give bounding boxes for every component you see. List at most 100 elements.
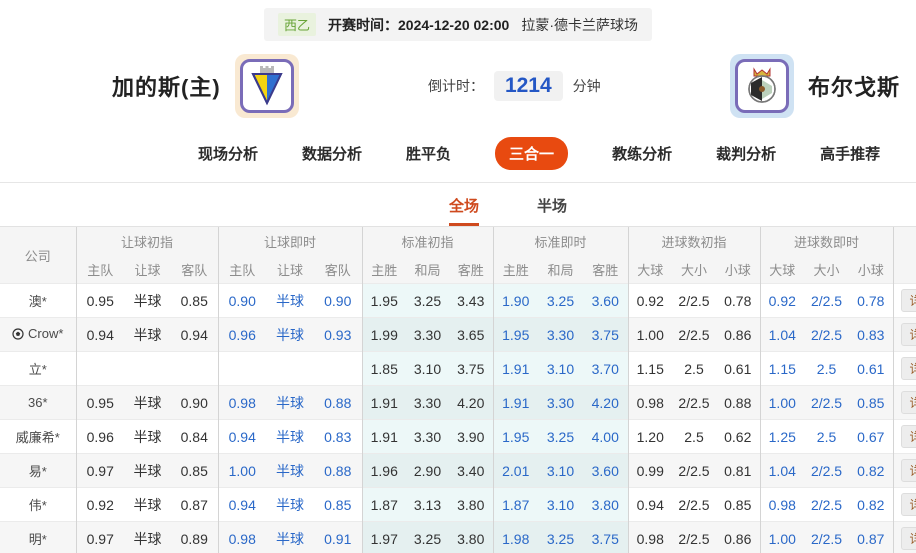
odds-cell[interactable]: 0.61 [849,352,893,386]
nav-tab-3[interactable]: 胜平负 [406,143,451,164]
odds-cell[interactable]: 1.00 [760,386,804,420]
company-name[interactable]: 明* [0,522,76,553]
odds-cell[interactable]: 0.61 [716,352,760,386]
odds-cell[interactable]: 0.95 [76,284,124,318]
sub-tab-2[interactable]: 半场 [537,195,567,226]
odds-cell[interactable]: 2/2.5 [672,318,716,352]
detail-button[interactable]: 详情 [901,459,916,482]
odds-cell[interactable]: 2/2.5 [804,454,849,488]
detail-button[interactable]: 详情 [901,493,916,516]
nav-tab-2[interactable]: 数据分析 [302,143,362,164]
odds-cell[interactable]: 3.90 [449,420,493,454]
odds-cell[interactable]: 3.60 [583,454,628,488]
odds-cell[interactable]: 1.00 [760,522,804,553]
odds-cell[interactable]: 1.90 [493,284,538,318]
company-name[interactable]: 伟* [0,488,76,522]
odds-cell[interactable]: 3.40 [449,454,493,488]
odds-cell[interactable] [171,352,218,386]
odds-cell[interactable]: 2.5 [804,420,849,454]
odds-cell[interactable]: 0.95 [76,386,124,420]
company-name[interactable]: 威廉希* [0,420,76,454]
odds-cell[interactable]: 0.83 [314,420,362,454]
odds-cell[interactable]: 0.86 [716,522,760,553]
odds-cell[interactable]: 0.92 [760,284,804,318]
odds-cell[interactable]: 2/2.5 [804,522,849,553]
odds-cell[interactable]: 半球 [266,420,314,454]
odds-cell[interactable]: 3.30 [406,318,449,352]
odds-cell[interactable]: 0.87 [171,488,218,522]
odds-cell[interactable]: 1.20 [628,420,672,454]
odds-cell[interactable]: 0.94 [218,420,266,454]
odds-cell[interactable]: 3.75 [583,522,628,553]
detail-button[interactable]: 详情 [901,289,916,312]
odds-cell[interactable]: 3.25 [406,522,449,553]
company-name[interactable]: 澳* [0,284,76,318]
company-name[interactable]: 立* [0,352,76,386]
odds-cell[interactable] [76,352,124,386]
odds-cell[interactable]: 1.04 [760,454,804,488]
odds-cell[interactable]: 2/2.5 [804,386,849,420]
odds-cell[interactable]: 3.30 [406,420,449,454]
detail-button[interactable]: 详情 [901,323,916,346]
odds-cell[interactable]: 半球 [124,284,171,318]
detail-button[interactable]: 详情 [901,357,916,380]
odds-cell[interactable]: 0.98 [628,522,672,553]
odds-cell[interactable]: 0.90 [314,284,362,318]
odds-cell[interactable]: 0.98 [218,386,266,420]
odds-cell[interactable]: 3.70 [583,352,628,386]
odds-cell[interactable]: 3.60 [583,284,628,318]
odds-cell[interactable]: 3.30 [538,318,583,352]
odds-cell[interactable]: 2/2.5 [672,454,716,488]
odds-cell[interactable]: 1.91 [362,420,406,454]
odds-cell[interactable]: 半球 [124,488,171,522]
odds-cell[interactable]: 2/2.5 [672,522,716,553]
odds-cell[interactable]: 0.85 [171,454,218,488]
odds-cell[interactable] [218,352,266,386]
odds-cell[interactable]: 0.90 [218,284,266,318]
odds-cell[interactable]: 2.5 [672,420,716,454]
odds-cell[interactable]: 0.85 [314,488,362,522]
odds-cell[interactable]: 0.85 [716,488,760,522]
odds-cell[interactable]: 4.00 [583,420,628,454]
odds-cell[interactable]: 3.75 [583,318,628,352]
odds-cell[interactable]: 半球 [266,284,314,318]
odds-cell[interactable]: 3.25 [538,522,583,553]
company-name[interactable]: Crow* [0,318,76,352]
odds-cell[interactable]: 2/2.5 [672,488,716,522]
odds-cell[interactable]: 2/2.5 [804,284,849,318]
odds-cell[interactable]: 2.90 [406,454,449,488]
odds-cell[interactable]: 半球 [266,386,314,420]
odds-cell[interactable]: 0.82 [849,488,893,522]
odds-cell[interactable]: 3.65 [449,318,493,352]
odds-cell[interactable]: 0.67 [849,420,893,454]
odds-cell[interactable]: 0.97 [76,454,124,488]
odds-cell[interactable]: 半球 [124,386,171,420]
odds-cell[interactable]: 1.95 [362,284,406,318]
nav-tab-1[interactable]: 现场分析 [198,143,258,164]
odds-cell[interactable] [266,352,314,386]
odds-cell[interactable]: 1.15 [760,352,804,386]
odds-cell[interactable]: 0.94 [218,488,266,522]
odds-cell[interactable]: 半球 [266,488,314,522]
odds-cell[interactable]: 0.82 [849,454,893,488]
odds-cell[interactable]: 1.95 [493,420,538,454]
odds-cell[interactable]: 2/2.5 [672,284,716,318]
odds-cell[interactable]: 1.25 [760,420,804,454]
odds-cell[interactable]: 3.43 [449,284,493,318]
odds-cell[interactable]: 0.88 [314,386,362,420]
company-name[interactable]: 36* [0,386,76,420]
odds-cell[interactable]: 0.88 [314,454,362,488]
odds-cell[interactable]: 0.86 [716,318,760,352]
odds-cell[interactable]: 3.30 [538,386,583,420]
detail-button[interactable]: 详情 [901,391,916,414]
odds-cell[interactable]: 0.78 [716,284,760,318]
odds-cell[interactable]: 0.85 [171,284,218,318]
odds-cell[interactable]: 3.10 [406,352,449,386]
company-name[interactable]: 易* [0,454,76,488]
odds-cell[interactable]: 0.93 [314,318,362,352]
odds-cell[interactable]: 0.97 [76,522,124,553]
odds-cell[interactable]: 1.91 [362,386,406,420]
odds-cell[interactable]: 1.00 [628,318,672,352]
odds-cell[interactable]: 2/2.5 [672,386,716,420]
odds-cell[interactable] [124,352,171,386]
